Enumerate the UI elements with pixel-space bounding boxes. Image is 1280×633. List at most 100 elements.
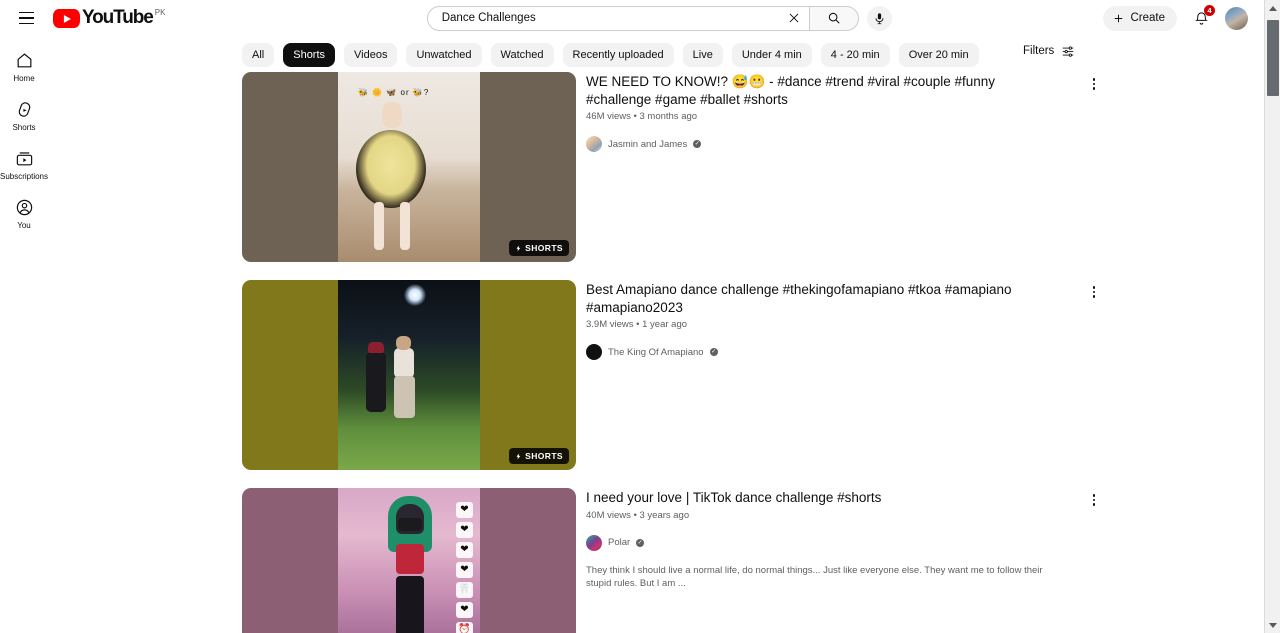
sliders-icon xyxy=(1063,46,1074,57)
notification-count-badge: 4 xyxy=(1204,5,1215,16)
home-icon xyxy=(17,52,31,67)
channel-name[interactable]: Jasmin and James xyxy=(608,139,687,150)
shorts-glyph-icon xyxy=(516,245,521,251)
masthead-left: YouTube PK xyxy=(0,5,215,31)
channel-name[interactable]: Polar xyxy=(608,537,630,548)
search-result-item[interactable]: 🐝 🌼 🦋 or 🐝? SHORTS WE NEED TO KNOW!? 😅😬 … xyxy=(242,72,1242,262)
thumbnail-sticker-column: ❤ ❤ ❤ ❤ 🦷 ❤ ⏰ ❌ xyxy=(456,502,473,633)
chip-unwatched[interactable]: Unwatched xyxy=(406,43,482,67)
sidebar-item-home[interactable]: Home xyxy=(0,42,48,91)
channel-row[interactable]: Polar ✓ xyxy=(586,534,1242,551)
view-count: 40M views xyxy=(586,509,631,521)
shorts-badge: SHORTS xyxy=(509,448,569,464)
video-title[interactable]: WE NEED TO KNOW!? 😅😬 - #dance #trend #vi… xyxy=(586,73,1016,108)
sidebar-item-label: Subscriptions xyxy=(0,171,49,181)
thumbnail-video-frame: ❤ ❤ ❤ ❤ 🦷 ❤ ⏰ ❌ xyxy=(338,488,480,633)
video-info: WE NEED TO KNOW!? 😅😬 - #dance #trend #vi… xyxy=(576,72,1242,262)
voice-search-button[interactable] xyxy=(866,5,892,31)
youtube-wordmark: YouTube xyxy=(82,7,154,28)
scroll-up-button[interactable] xyxy=(1265,0,1280,16)
thumbnail-overlay-text: 🐝 🌼 🦋 or 🐝? xyxy=(358,88,430,97)
more-vertical-icon[interactable] xyxy=(1084,74,1104,94)
masthead: YouTube PK Dance Challenges Create 4 xyxy=(0,0,1270,36)
chip-over-20-min[interactable]: Over 20 min xyxy=(898,43,979,67)
notifications-button[interactable]: 4 xyxy=(1189,5,1215,30)
search-input[interactable] xyxy=(441,12,783,24)
thumbnail-video-frame xyxy=(338,280,480,470)
meta-separator: • xyxy=(633,111,637,122)
sidebar-item-label: You xyxy=(17,220,31,230)
channel-avatar xyxy=(586,136,602,152)
meta-separator: • xyxy=(636,319,640,330)
scroll-down-button[interactable] xyxy=(1265,617,1280,633)
video-thumbnail[interactable]: 🐝 🌼 🦋 or 🐝? SHORTS xyxy=(242,72,576,262)
create-button[interactable]: Create xyxy=(1103,5,1177,31)
channel-avatar xyxy=(586,534,602,551)
scrollbar-track[interactable] xyxy=(1265,16,1280,617)
masthead-right: Create 4 xyxy=(1103,5,1270,31)
you-icon xyxy=(16,199,32,215)
search-result-item[interactable]: SHORTS Best Amapiano dance challenge #th… xyxy=(242,280,1242,470)
sticker-item: 🦷 xyxy=(456,582,473,598)
search-form xyxy=(426,5,810,31)
publish-date: 3 years ago xyxy=(639,509,690,521)
sticker-item: ❤ xyxy=(456,522,473,538)
view-count: 3.9M views xyxy=(586,319,634,330)
video-info: I need your love | TikTok dance challeng… xyxy=(576,488,1242,633)
channel-row[interactable]: Jasmin and James ✓ xyxy=(586,136,1242,152)
page-scrollbar[interactable] xyxy=(1264,0,1280,633)
scrollbar-thumb[interactable] xyxy=(1267,20,1279,96)
country-code: PK xyxy=(154,8,166,17)
verified-badge-icon: ✓ xyxy=(693,140,702,148)
video-metadata: 40M views • 3 years ago xyxy=(586,510,1242,522)
main-content: All Shorts Videos Unwatched Watched Rece… xyxy=(48,36,1270,633)
video-thumbnail[interactable]: ❤ ❤ ❤ ❤ 🦷 ❤ ⏰ ❌ xyxy=(242,488,576,633)
channel-row[interactable]: The King Of Amapiano ✓ xyxy=(586,344,1242,360)
sidebar-item-you[interactable]: You xyxy=(0,189,48,238)
search-icon xyxy=(828,12,840,24)
sticker-item: ❤ xyxy=(456,542,473,558)
publish-date: 3 months ago xyxy=(639,111,698,122)
video-title[interactable]: Best Amapiano dance challenge #thekingof… xyxy=(586,281,1016,316)
chip-all[interactable]: All xyxy=(242,43,275,67)
subscriptions-icon xyxy=(16,151,32,165)
youtube-logo[interactable]: YouTube PK xyxy=(53,8,165,28)
sidebar-item-shorts[interactable]: Shorts xyxy=(0,91,48,140)
sticker-item: ❤ xyxy=(456,502,473,518)
search-area xyxy=(215,5,1103,31)
shorts-icon xyxy=(18,101,30,117)
chip-under-4-min[interactable]: Under 4 min xyxy=(731,43,812,67)
sidebar-item-subscriptions[interactable]: Subscriptions xyxy=(0,140,48,189)
filters-button-label: Filters xyxy=(1023,45,1055,57)
video-description: They think I should live a normal life, … xyxy=(586,564,1043,589)
meta-separator: • xyxy=(633,509,637,521)
close-icon[interactable] xyxy=(783,7,805,29)
more-vertical-icon[interactable] xyxy=(1084,490,1104,510)
chevron-up-icon xyxy=(1269,5,1277,11)
chip-live[interactable]: Live xyxy=(682,43,723,67)
shorts-badge-label: SHORTS xyxy=(525,243,563,253)
shorts-glyph-icon xyxy=(516,453,521,459)
verified-badge-icon: ✓ xyxy=(636,538,645,547)
video-thumbnail[interactable]: SHORTS xyxy=(242,280,576,470)
avatar[interactable] xyxy=(1225,6,1248,30)
sidebar-item-label: Shorts xyxy=(12,122,36,132)
channel-avatar xyxy=(586,344,602,360)
search-button[interactable] xyxy=(809,5,859,31)
video-info: Best Amapiano dance challenge #thekingof… xyxy=(576,280,1242,470)
chip-recently-uploaded[interactable]: Recently uploaded xyxy=(562,43,674,67)
chip-4-20-min[interactable]: 4 - 20 min xyxy=(820,43,890,67)
chip-videos[interactable]: Videos xyxy=(344,43,398,67)
video-title[interactable]: I need your love | TikTok dance challeng… xyxy=(586,489,1016,507)
search-result-item[interactable]: ❤ ❤ ❤ ❤ 🦷 ❤ ⏰ ❌ I need your love | TikTo… xyxy=(242,488,1242,633)
more-vertical-icon[interactable] xyxy=(1084,282,1104,302)
hamburger-icon[interactable] xyxy=(13,5,39,31)
chevron-down-icon xyxy=(1269,622,1277,628)
chip-shorts[interactable]: Shorts xyxy=(283,43,336,67)
filters-button[interactable]: Filters xyxy=(1023,44,1075,58)
channel-name[interactable]: The King Of Amapiano xyxy=(608,347,704,358)
youtube-play-icon xyxy=(53,9,80,28)
chip-watched[interactable]: Watched xyxy=(490,43,554,67)
mini-sidebar: Home Shorts Subscriptions You xyxy=(0,36,48,633)
search-results-list: 🐝 🌼 🦋 or 🐝? SHORTS WE NEED TO KNOW!? 😅😬 … xyxy=(242,72,1242,633)
